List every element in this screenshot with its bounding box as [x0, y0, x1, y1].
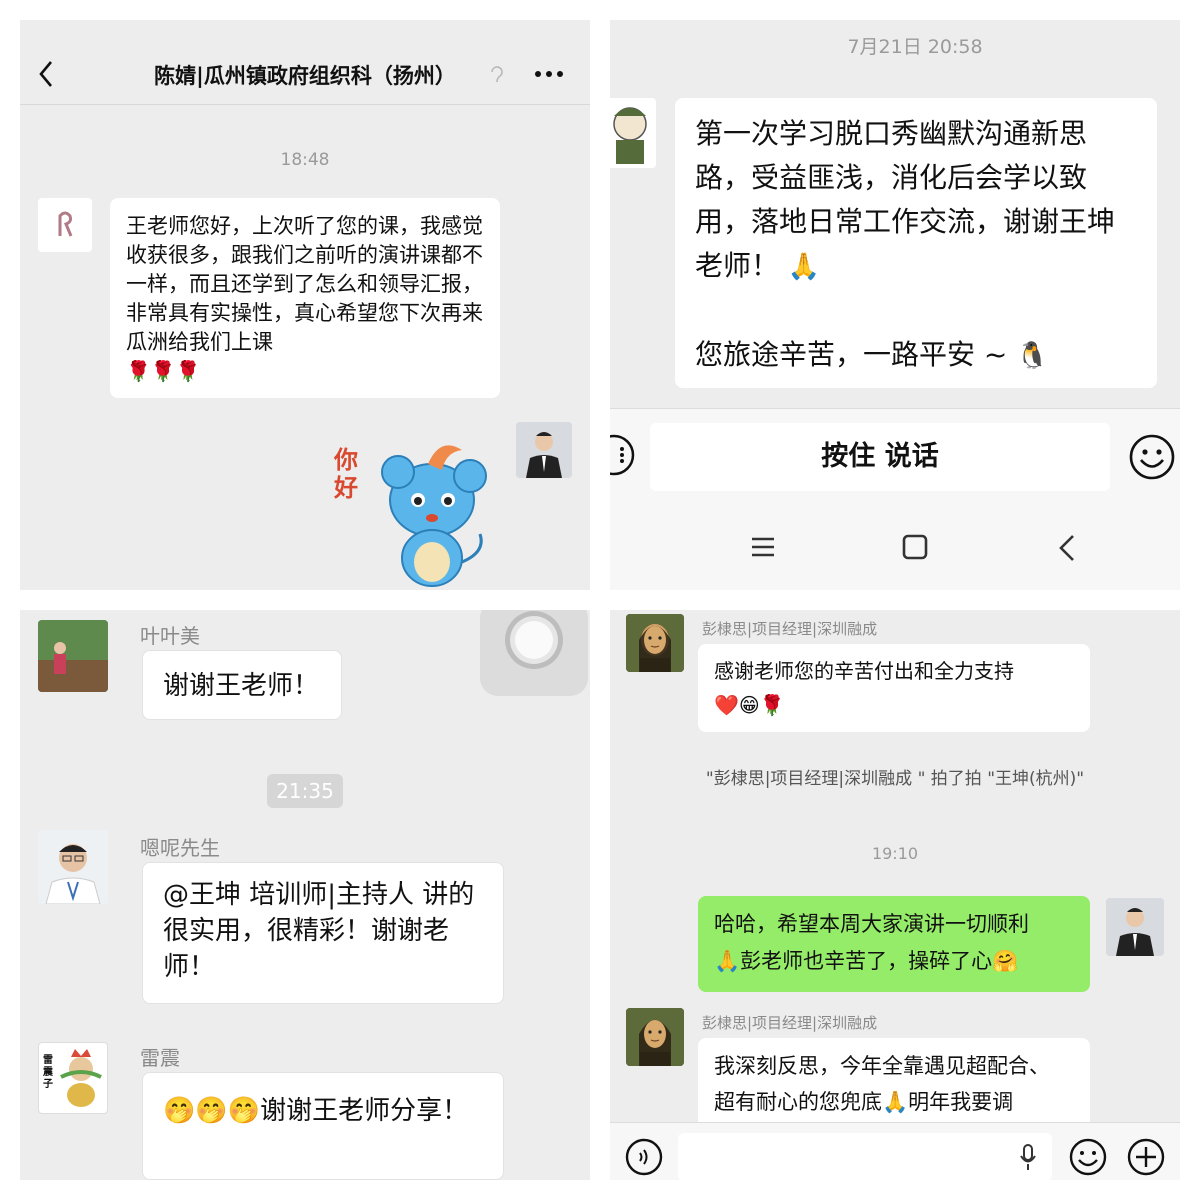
- message-text: 王老师您好，上次听了您的课，我感觉收获很多，跟我们之前听的演讲课都不一样，而且还…: [126, 214, 483, 354]
- message-bubble[interactable]: 第一次学习脱口秀幽默沟通新思路，受益匪浅，消化后会学以致用，落地日常工作交流，谢…: [675, 98, 1157, 388]
- avatar-photo-icon: [38, 620, 108, 692]
- recent-apps-icon[interactable]: [750, 536, 776, 558]
- timestamp: 21:35: [276, 779, 334, 803]
- message-bubble[interactable]: @王坤 培训师|主持人 讲的很实用，很精彩！谢谢老师！: [142, 862, 504, 1004]
- avatar-yeyemei[interactable]: [38, 620, 108, 692]
- avatar-self[interactable]: [516, 422, 572, 478]
- add-more-icon[interactable]: [1126, 1137, 1166, 1177]
- more-options-icon[interactable]: [534, 70, 564, 78]
- message-text: @王坤 培训师|主持人 讲的很实用，很精彩！谢谢老师！: [163, 880, 475, 982]
- chat-panel-top-left: 陈婧|瓜州镇政府组织科（扬州） 18:48 王老师您好，上次听了您的课，我感觉收…: [20, 20, 590, 590]
- avatar-cartoon-soldier[interactable]: [610, 98, 656, 168]
- message-bubble[interactable]: 我深刻反思，今年全靠遇见超配合、 超有耐心的您兜底🙏明年我要调: [698, 1038, 1090, 1128]
- microphone-icon[interactable]: [1018, 1143, 1038, 1173]
- chat-panel-bottom-left: 叶叶美 谢谢王老师！ 21:35 嗯呢先生 @王坤 培训师|主持人 讲的很实用，…: [20, 610, 590, 1180]
- message-text: 🤭🤭🤭谢谢王老师分享！: [163, 1096, 469, 1126]
- avatar-man-suit-icon: [1106, 898, 1164, 956]
- avatar-logo-icon: [58, 211, 73, 237]
- input-bar: 按住 说话: [610, 408, 1180, 499]
- chat-title: 陈婧|瓜州镇政府组织科（扬州）: [154, 64, 456, 88]
- self-message-bubble[interactable]: 哈哈，希望本周大家演讲一切顺利 🙏彭老师也辛苦了，操碎了心🤗: [698, 896, 1090, 992]
- system-nav-bar: [610, 498, 1180, 590]
- message-bubble[interactable]: 感谢老师您的辛苦付出和全力支持 ❤️😁🌹: [698, 644, 1090, 732]
- message-text-line1: 第一次学习脱口秀幽默沟通新思路，受益匪浅，消化后会学以致用，落地日常工作交流，谢…: [695, 117, 1116, 282]
- ear-icon: [491, 66, 503, 83]
- back-arrow-icon[interactable]: [38, 60, 54, 88]
- home-button-icon[interactable]: [902, 534, 928, 560]
- message-bubble[interactable]: 🤭🤭🤭谢谢王老师分享！: [142, 1072, 504, 1180]
- timestamp: 19:10: [871, 844, 919, 863]
- message-text-line2: 彭老师也辛苦了，操碎了心: [740, 949, 993, 973]
- avatar-pengdisi[interactable]: [626, 614, 684, 672]
- message-bubble[interactable]: 王老师您好，上次听了您的课，我感觉收获很多，跟我们之前听的演讲课都不一样，而且还…: [110, 198, 500, 398]
- emoji-row: ❤️😁🌹: [714, 693, 785, 717]
- pray-emoji: 🙏: [882, 1090, 909, 1114]
- sender-name: 雷震: [140, 1046, 180, 1070]
- penguin-emoji: 🐧: [1016, 341, 1049, 371]
- message-text: 谢谢王老师！: [163, 671, 320, 701]
- avatar-man-glasses-icon: [38, 830, 108, 904]
- avatar-cartoon-icon: [613, 107, 647, 164]
- timestamp: 7月21日 20:58: [847, 36, 983, 58]
- chat-header: 陈婧|瓜州镇政府组织科（扬州）: [20, 20, 590, 105]
- emoji-icon[interactable]: [1068, 1137, 1108, 1177]
- timestamp-pill: 21:35: [267, 774, 343, 808]
- message-text-line2b: 明年我要调: [908, 1090, 1014, 1114]
- chat-panel-top-right: 7月21日 20:58 第一次学习脱口秀幽默沟通新思路，受益匪浅，消化后会学以致…: [610, 20, 1180, 590]
- message-text-line1: 哈哈，希望本周大家演讲一切顺利: [714, 912, 1029, 936]
- sender-name: 彭棣思|项目经理|深圳融成: [702, 1014, 878, 1032]
- avatar-mona-lisa-icon: [626, 1008, 684, 1066]
- timestamp: 18:48: [280, 150, 330, 170]
- sticker-text: 你好: [334, 446, 358, 502]
- message-bubble[interactable]: 谢谢王老师！: [142, 650, 342, 720]
- assist-circle-icon: [505, 611, 563, 669]
- voice-keyboard-toggle-icon[interactable]: [610, 433, 636, 477]
- avatar-label: 雷震子: [43, 1055, 53, 1090]
- sender-name: 嗯呢先生: [140, 836, 220, 860]
- sender-name: 彭棣思|项目经理|深圳融成: [702, 620, 878, 638]
- nav-back-icon[interactable]: [1058, 534, 1076, 562]
- avatar-mona-lisa-icon: [626, 614, 684, 672]
- avatar-chenjing[interactable]: [38, 198, 92, 252]
- mouse-sticker[interactable]: 你好: [330, 430, 490, 590]
- sender-name: 叶叶美: [140, 624, 200, 648]
- avatar-leizhen[interactable]: 雷震子: [38, 1042, 108, 1114]
- chat-panel-bottom-right: 彭棣思|项目经理|深圳融成 感谢老师您的辛苦付出和全力支持 ❤️😁🌹 "彭棣思|…: [610, 610, 1180, 1180]
- rose-emoji: 🌹🌹🌹: [126, 359, 201, 383]
- message-text-line2: 您旅途辛苦，一路平安 ~: [695, 338, 1008, 371]
- hug-emoji: 🤗: [992, 949, 1019, 973]
- avatar-cartoon-icon: [60, 1049, 102, 1107]
- floating-assist-button[interactable]: [480, 610, 588, 696]
- hold-to-talk-button[interactable]: 按住 说话: [650, 423, 1110, 491]
- pray-emoji: 🙏: [714, 949, 741, 973]
- input-bar: [610, 1122, 1180, 1180]
- avatar-self[interactable]: [1106, 898, 1164, 956]
- avatar-man-suit-icon: [516, 422, 572, 478]
- avatar-enne[interactable]: [38, 830, 108, 904]
- pat-system-message: "彭棣思|项目经理|深圳融成 " 拍了拍 "王坤(杭州)": [705, 769, 1085, 789]
- message-input[interactable]: [678, 1133, 1052, 1180]
- message-text: 感谢老师您的辛苦付出和全力支持: [714, 659, 1014, 683]
- emoji-icon[interactable]: [1128, 433, 1176, 481]
- message-text-line1: 我深刻反思，今年全靠遇见超配合、: [714, 1054, 1050, 1078]
- avatar-pengdisi[interactable]: [626, 1008, 684, 1066]
- message-text-line2a: 超有耐心的您兜底: [714, 1090, 882, 1114]
- blue-mouse-icon: [381, 445, 487, 587]
- voice-toggle-icon[interactable]: [624, 1137, 664, 1177]
- pray-emoji: 🙏: [787, 252, 821, 282]
